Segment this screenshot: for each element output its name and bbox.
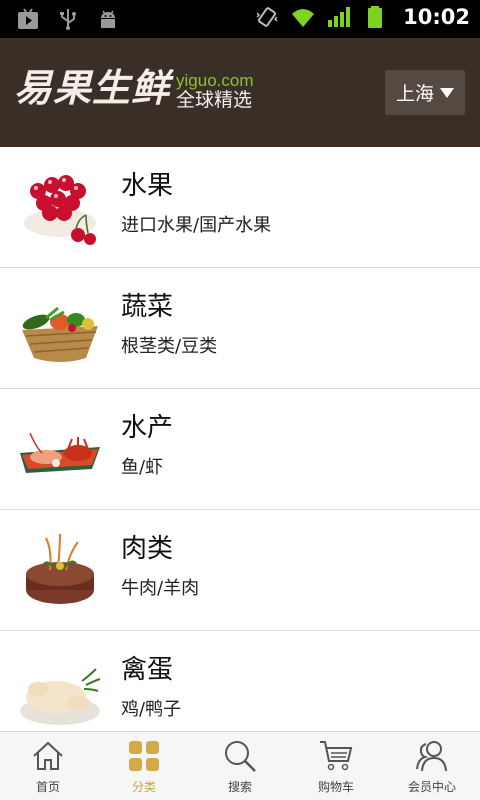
category-title: 水产 <box>121 413 174 443</box>
tab-category[interactable]: 分类 <box>96 732 192 800</box>
tab-search[interactable]: 搜索 <box>192 732 288 800</box>
usb-icon <box>60 9 76 30</box>
category-title: 禽蛋 <box>121 655 174 685</box>
logo-url: yiguo.com <box>176 71 254 90</box>
poultry-image <box>20 668 101 725</box>
bottom-tab-bar: 首页 分类 搜索 购物车 会员中心 <box>0 731 480 800</box>
seafood-platter-image <box>20 432 100 473</box>
app-header: 易果生鲜 yiguo.com 全球精选 上海 <box>0 38 480 147</box>
category-subtitle: 鸡/鸭子 <box>121 699 182 720</box>
category-item-vegetables[interactable]: 蔬菜 根茎类/豆类 <box>0 268 480 389</box>
category-title: 肉类 <box>121 534 174 564</box>
battery-icon <box>368 6 383 28</box>
category-subtitle: 根茎类/豆类 <box>121 336 218 357</box>
users-icon <box>416 741 447 772</box>
category-title: 水果 <box>121 171 174 201</box>
category-item-seafood[interactable]: 水产 鱼/虾 <box>0 389 480 510</box>
category-title: 蔬菜 <box>121 292 174 322</box>
vibrate-icon <box>256 7 278 27</box>
status-bar: 10:02 <box>0 0 480 38</box>
city-selector[interactable]: 上海 <box>385 70 465 115</box>
category-item-fruit[interactable]: 水果 进口水果/国产水果 <box>0 147 480 268</box>
cherries-image <box>24 175 96 245</box>
tab-label: 分类 <box>131 780 156 794</box>
category-list: 水果 进口水果/国产水果 蔬菜 根茎类/豆类 水产 鱼/虾 肉类 牛肉/羊肉 禽… <box>0 147 480 752</box>
tab-member-center[interactable]: 会员中心 <box>384 732 480 800</box>
app-logo: 易果生鲜 yiguo.com 全球精选 <box>14 66 254 110</box>
tab-label: 购物车 <box>317 780 354 794</box>
vegetable-basket-image <box>22 306 98 362</box>
logo-tagline: 全球精选 <box>176 89 253 111</box>
tab-label: 会员中心 <box>407 780 456 794</box>
home-icon <box>33 741 63 770</box>
dropdown-caret-icon <box>440 87 454 98</box>
wifi-icon <box>292 9 315 27</box>
tab-cart[interactable]: 购物车 <box>288 732 384 800</box>
category-subtitle: 牛肉/羊肉 <box>121 578 200 599</box>
tab-label: 首页 <box>35 780 60 794</box>
category-subtitle: 鱼/虾 <box>121 457 164 478</box>
tab-home[interactable]: 首页 <box>0 732 96 800</box>
play-store-icon <box>18 8 38 29</box>
logo-text: 易果生鲜 <box>14 65 171 110</box>
clock: 10:02 <box>403 5 470 29</box>
signal-icon <box>328 7 351 27</box>
android-debug-icon <box>101 10 115 28</box>
city-label: 上海 <box>395 83 434 105</box>
cart-icon <box>320 741 353 771</box>
steak-image <box>26 533 94 604</box>
grid-icon <box>129 741 159 771</box>
tab-label: 搜索 <box>227 780 252 794</box>
search-icon <box>225 741 256 772</box>
category-item-meat[interactable]: 肉类 牛肉/羊肉 <box>0 510 480 631</box>
category-subtitle: 进口水果/国产水果 <box>121 215 272 236</box>
